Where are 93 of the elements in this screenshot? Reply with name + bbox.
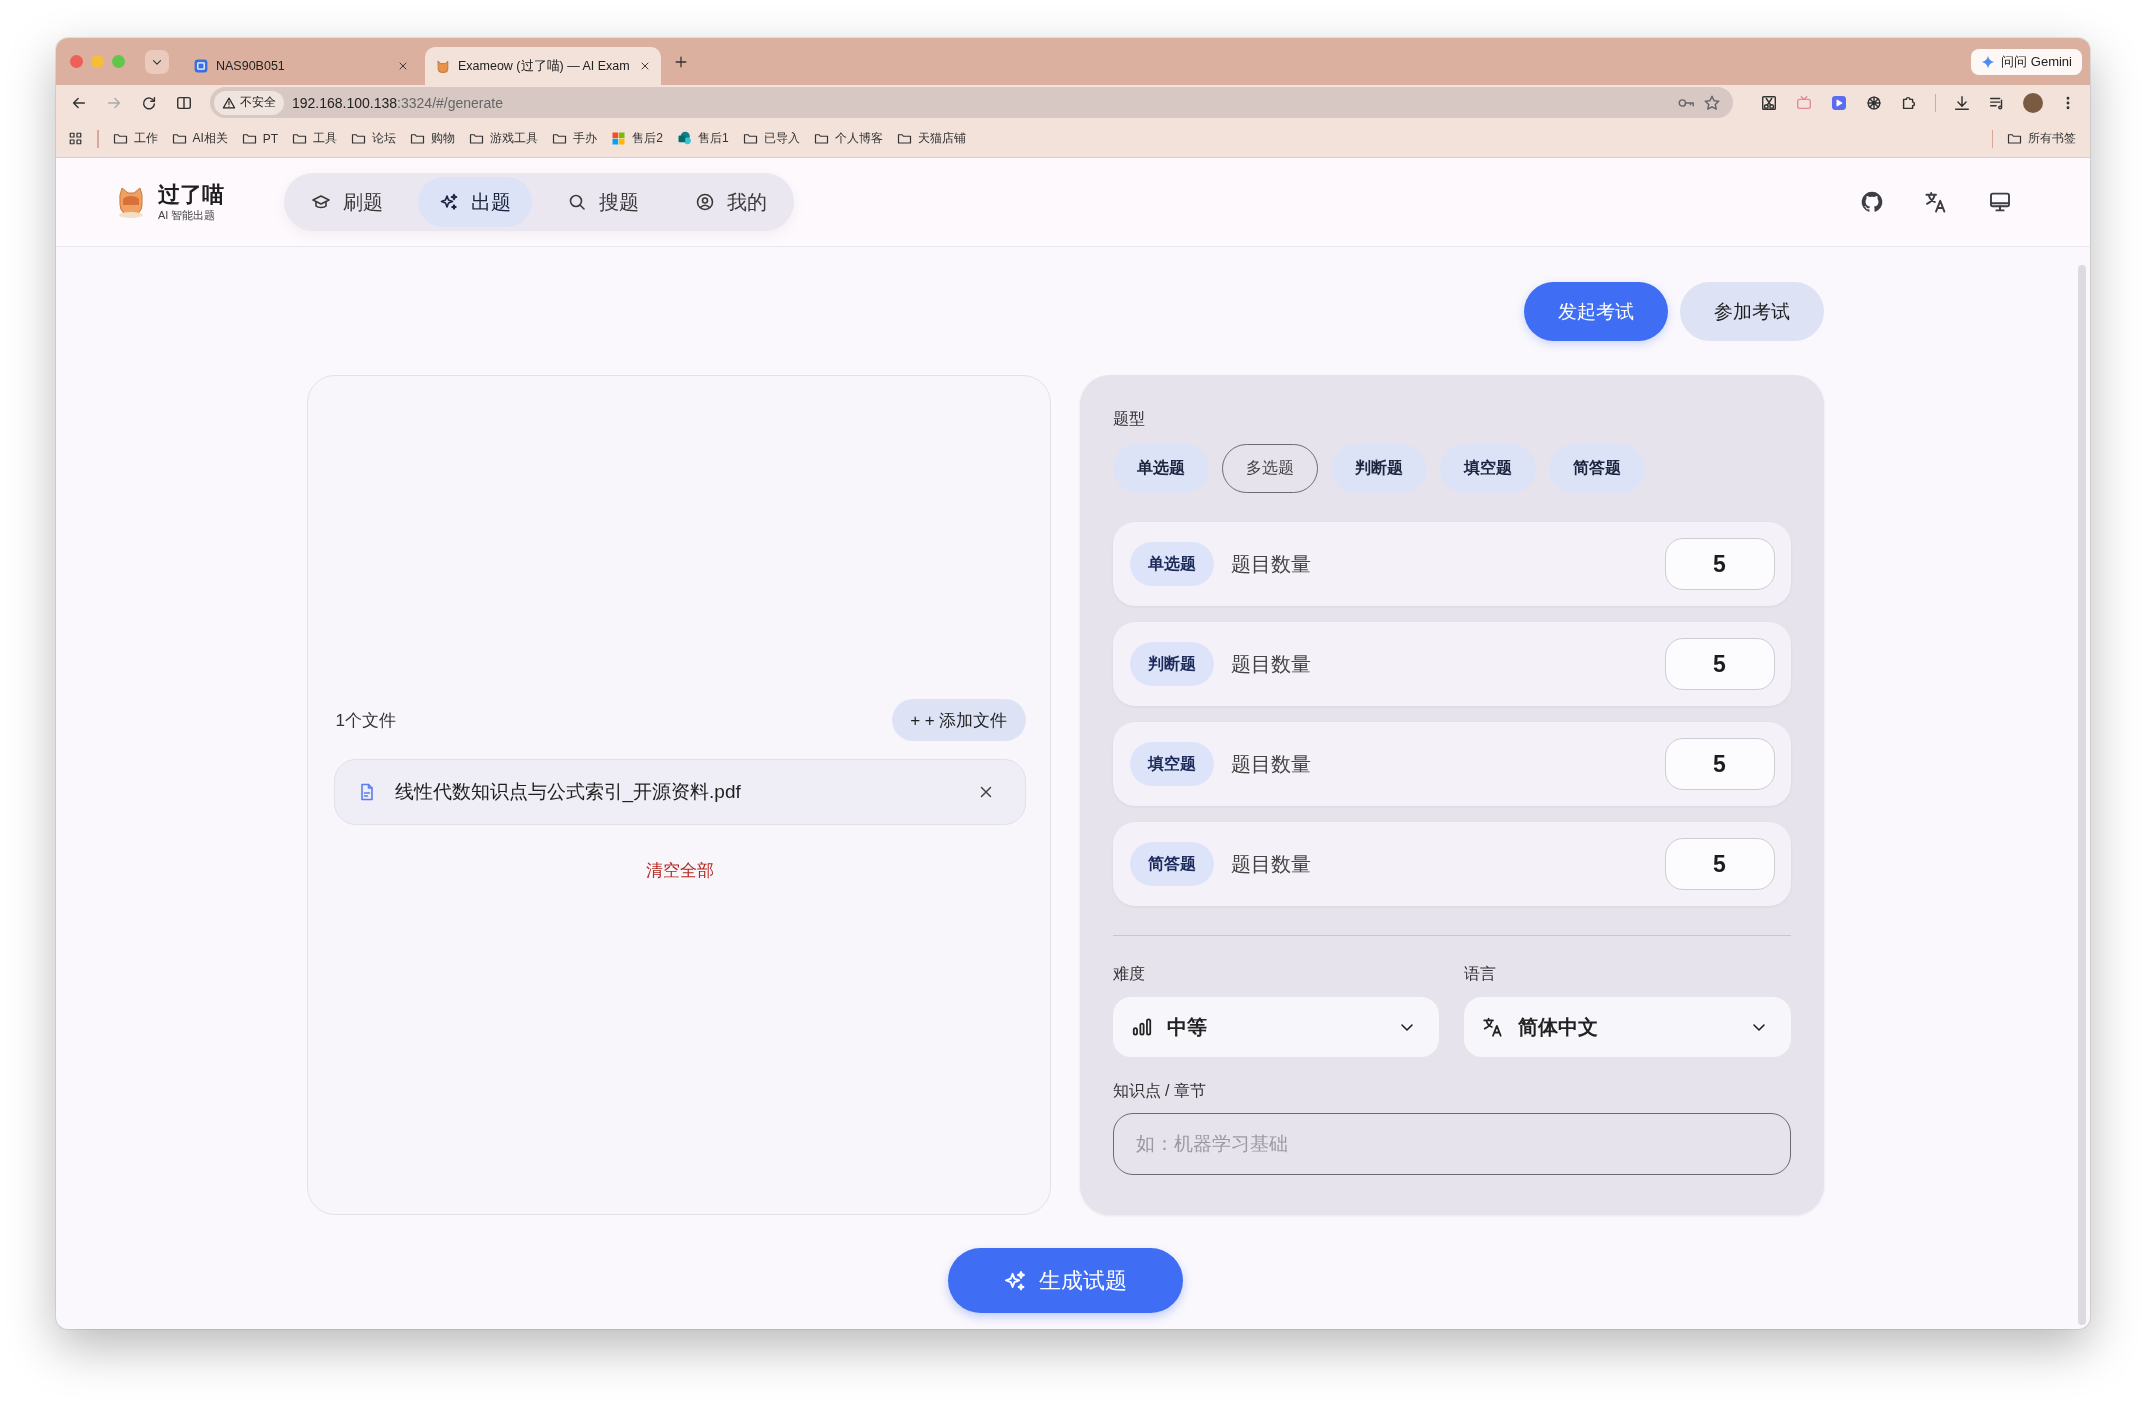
- nav-tab[interactable]: 我的: [674, 177, 788, 227]
- address-bar[interactable]: 不安全 192.168.100.138:3324/#/generate: [210, 87, 1733, 118]
- type-tag: 单选题: [1129, 542, 1214, 586]
- browser-tab[interactable]: Exameow (过了喵) — AI Exam: [425, 47, 661, 85]
- bar-chart-icon: [1130, 1016, 1153, 1038]
- count-label: 题目数量: [1230, 651, 1311, 677]
- gemini-button[interactable]: 问问 Gemini: [1971, 48, 2082, 75]
- difficulty-select[interactable]: 中等: [1112, 997, 1439, 1057]
- bookmark-item[interactable]: 天猫店铺: [896, 130, 966, 147]
- action-button[interactable]: 发起考试: [1523, 282, 1668, 341]
- bookmark-item[interactable]: 游戏工具: [469, 130, 539, 147]
- type-tag: 填空题: [1129, 742, 1214, 786]
- translate-icon: [1482, 1016, 1504, 1038]
- download-icon[interactable]: [1953, 93, 1971, 112]
- question-type-chip[interactable]: 填空题: [1439, 444, 1536, 493]
- field-label: 难度: [1112, 964, 1146, 984]
- bookmark-item[interactable]: 工具: [292, 130, 338, 147]
- warning-icon: [222, 95, 236, 110]
- folder-icon: [896, 131, 912, 146]
- count-input[interactable]: 5: [1664, 638, 1775, 690]
- circles-icon: [676, 131, 692, 146]
- folder-icon: [241, 131, 257, 146]
- url-host: 192.168.100.138: [292, 94, 398, 111]
- play-icon[interactable]: [1829, 93, 1848, 112]
- bookmark-item[interactable]: 手办: [552, 130, 598, 147]
- github-icon[interactable]: [1860, 190, 1884, 214]
- bookmark-item[interactable]: 所有书签: [2007, 130, 2076, 147]
- security-chip[interactable]: 不安全: [214, 90, 284, 115]
- file-name: 线性代数知识点与公式索引_开源资料.pdf: [394, 780, 741, 805]
- question-type-chip[interactable]: 简答题: [1548, 444, 1645, 493]
- count-label: 题目数量: [1230, 851, 1311, 877]
- scrollbar-thumb[interactable]: [2078, 265, 2086, 1325]
- browser-tab[interactable]: NAS90B051: [183, 47, 419, 85]
- user-icon: [695, 192, 715, 212]
- topic-field[interactable]: 如：机器学习基础: [1112, 1113, 1791, 1175]
- apps-grid-icon[interactable]: [68, 131, 83, 146]
- field-label: 题型: [1112, 409, 1146, 429]
- folder-icon: [813, 131, 829, 146]
- app-icon: [193, 58, 209, 74]
- folder-icon: [742, 131, 758, 146]
- folder-icon: [410, 131, 426, 146]
- bookmark-item[interactable]: 论坛: [351, 130, 397, 147]
- question-type-chip[interactable]: 单选题: [1112, 444, 1209, 493]
- folder-icon: [552, 131, 568, 146]
- count-input[interactable]: 5: [1664, 838, 1775, 890]
- search-icon: [567, 192, 587, 212]
- type-tag: 判断题: [1129, 642, 1214, 686]
- sparkle-icon: [1981, 54, 1996, 69]
- bookmark-item[interactable]: 工作: [112, 130, 158, 147]
- add-file-button[interactable]: + + 添加文件: [892, 699, 1026, 741]
- count-input[interactable]: 5: [1664, 538, 1775, 590]
- translate-icon[interactable]: [1924, 190, 1948, 214]
- nav-tab[interactable]: 刷题: [290, 177, 404, 227]
- folder-icon: [469, 131, 485, 146]
- folder-icon: [351, 131, 367, 146]
- action-button[interactable]: 参加考试: [1679, 282, 1824, 341]
- bookmark-item[interactable]: 购物: [410, 130, 456, 147]
- nav-tab[interactable]: 搜题: [546, 177, 660, 227]
- close-icon[interactable]: [639, 60, 651, 72]
- bookmark-item[interactable]: 售后2: [611, 130, 663, 147]
- avatar-icon[interactable]: [2023, 92, 2043, 113]
- count-label: 题目数量: [1230, 751, 1311, 777]
- scissors-icon[interactable]: [1759, 93, 1778, 112]
- tiles-icon: [611, 131, 627, 146]
- folder-icon: [292, 131, 308, 146]
- file-count: 1个文件: [335, 709, 396, 732]
- field-label: 知识点 / 章节: [1112, 1081, 1207, 1101]
- bookmark-item[interactable]: AI相关: [171, 130, 228, 147]
- star-icon[interactable]: [1702, 93, 1721, 112]
- count-label: 题目数量: [1230, 551, 1311, 577]
- monitor-icon[interactable]: [1988, 190, 2012, 214]
- bookmark-item[interactable]: 已导入: [742, 130, 800, 147]
- bookmark-item[interactable]: PT: [241, 131, 279, 146]
- close-icon[interactable]: [397, 60, 409, 72]
- folder-icon: [171, 131, 187, 146]
- cat-icon: [435, 58, 451, 74]
- brand-subtitle: AI 智能出题: [158, 207, 217, 223]
- generate-button[interactable]: 生成试题: [947, 1248, 1183, 1313]
- sparkles-icon: [1003, 1268, 1027, 1293]
- folder-icon: [112, 131, 128, 146]
- type-tag: 简答题: [1129, 842, 1214, 886]
- clear-all-link[interactable]: 清空全部: [645, 859, 714, 882]
- brand-name: 过了喵: [158, 181, 224, 208]
- bookmark-item[interactable]: 售后1: [676, 130, 729, 147]
- nav-tab[interactable]: 出题: [418, 177, 532, 227]
- bookmark-item[interactable]: 个人博客: [813, 130, 883, 147]
- language-select[interactable]: 简体中文: [1464, 997, 1791, 1057]
- url-path: :3324/#/generate: [397, 94, 503, 111]
- question-type-chip[interactable]: 判断题: [1330, 444, 1427, 493]
- field-label: 语言: [1464, 964, 1497, 984]
- count-input[interactable]: 5: [1664, 738, 1775, 790]
- sparkles-icon: [439, 192, 459, 212]
- folder-icon: [2007, 131, 2022, 146]
